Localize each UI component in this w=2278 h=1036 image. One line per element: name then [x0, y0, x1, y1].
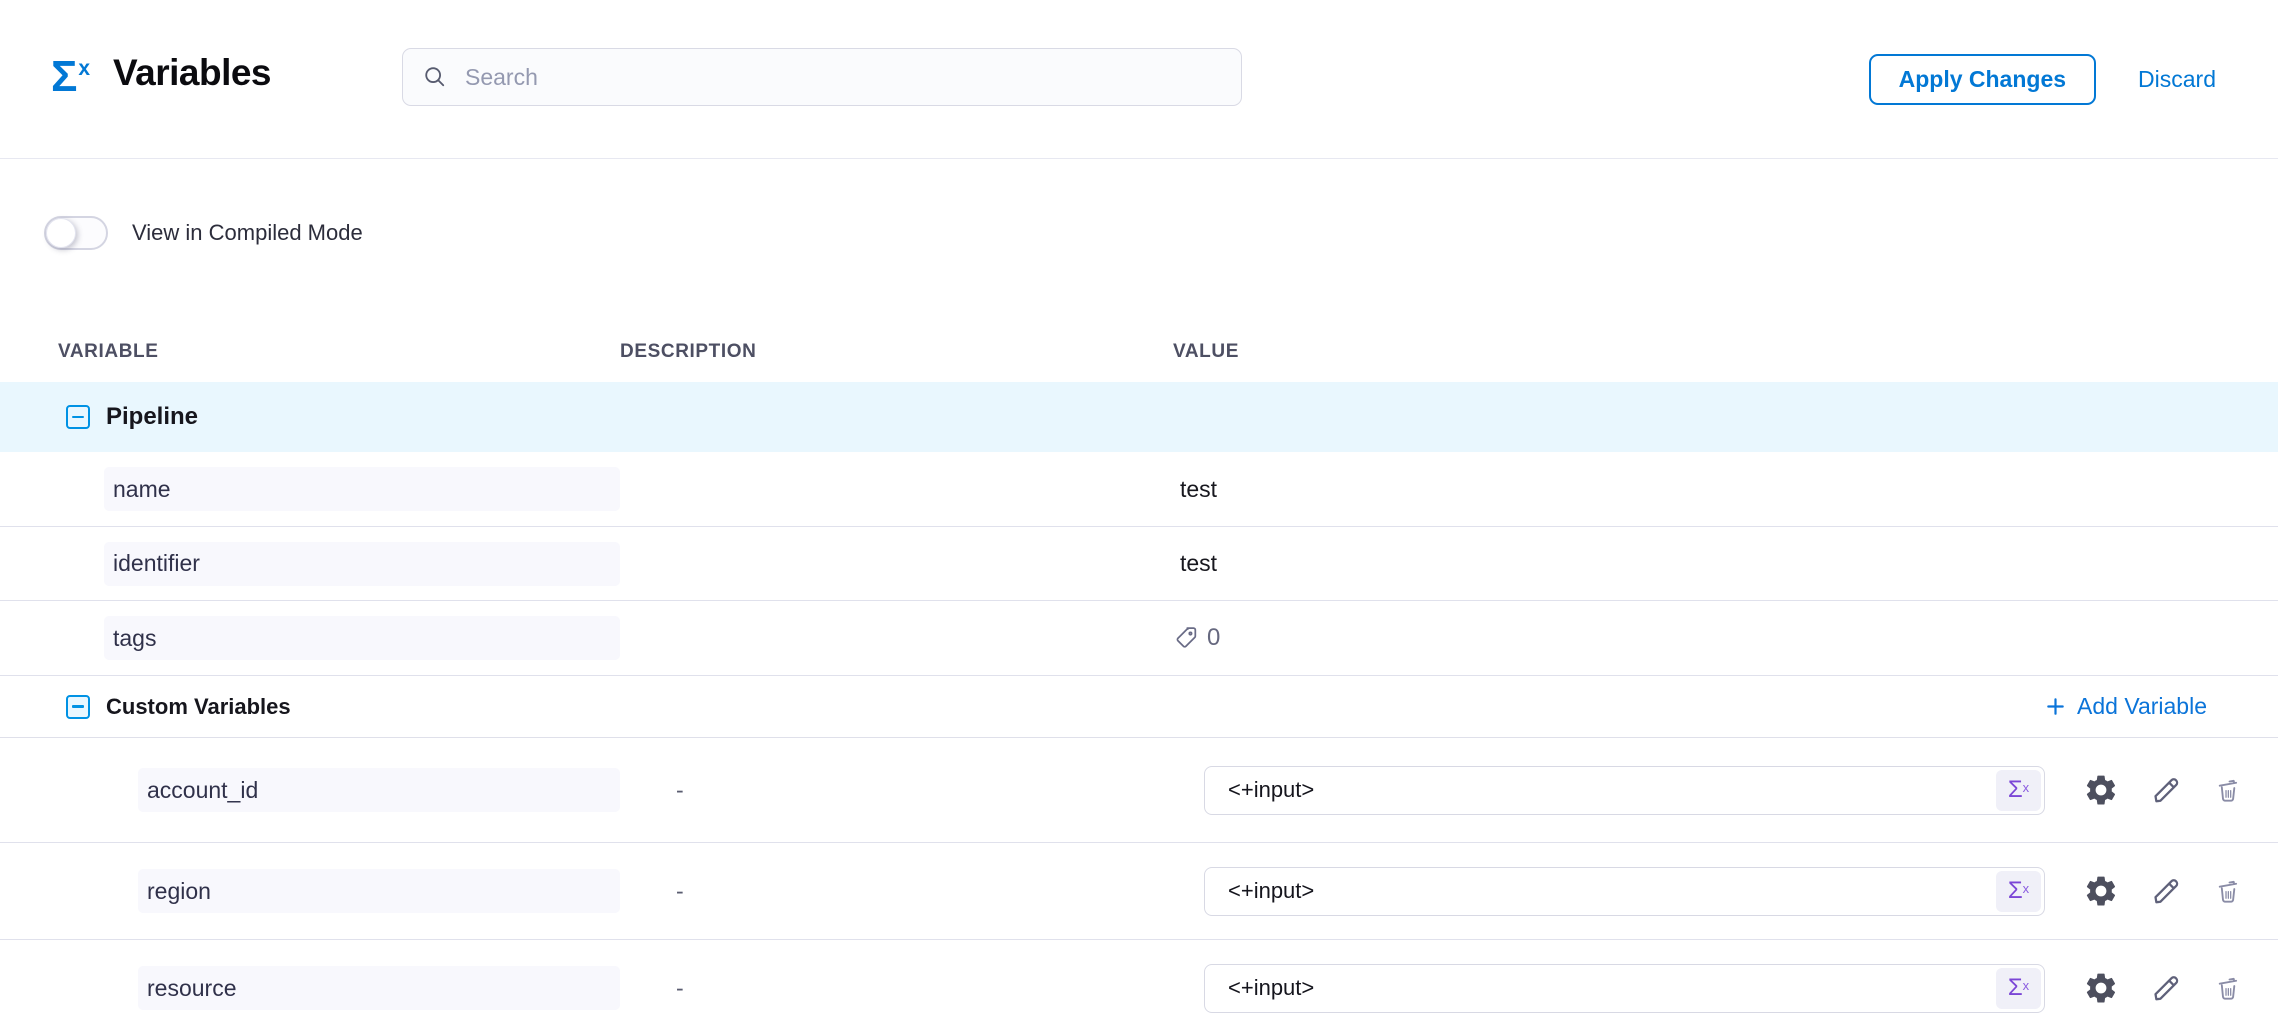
add-variable-label: Add Variable	[2077, 693, 2207, 720]
value-input-text: <+input>	[1228, 777, 1314, 803]
variable-label: resource	[147, 975, 236, 1002]
table-row-account-id: account_id - <+input> Σ x	[0, 738, 2278, 843]
sigma-x-logo-icon: Σ x	[51, 55, 90, 99]
variable-name-field[interactable]: account_id	[138, 768, 620, 812]
edit-button[interactable]	[2149, 874, 2183, 908]
badge-sup-x: x	[2023, 882, 2030, 895]
add-variable-button[interactable]: Add Variable	[2044, 693, 2207, 720]
gear-icon	[2083, 970, 2119, 1006]
variable-label: tags	[113, 625, 156, 652]
search-input[interactable]	[402, 48, 1242, 106]
value-text: test	[1173, 476, 1217, 503]
tags-value: 0	[1173, 624, 1220, 652]
logo-sigma: Σ	[51, 55, 77, 99]
value-input[interactable]: <+input> Σ x	[1204, 964, 2045, 1013]
badge-sup-x: x	[2023, 979, 2030, 992]
badge-sup-x: x	[2023, 781, 2030, 794]
column-header-value: VALUE	[1173, 341, 2240, 363]
value-input[interactable]: <+input> Σ x	[1204, 867, 2045, 916]
apply-changes-button[interactable]: Apply Changes	[1869, 54, 2096, 105]
search-box	[402, 48, 1242, 106]
variable-name-field[interactable]: resource	[138, 966, 620, 1010]
section-header-custom-variables: Custom Variables Add Variable	[0, 676, 2278, 738]
variable-name-field[interactable]: name	[104, 467, 620, 511]
value-input-text: <+input>	[1228, 878, 1314, 904]
gear-icon	[2083, 873, 2119, 909]
search-icon	[422, 64, 448, 90]
collapse-minus-icon[interactable]	[66, 405, 90, 429]
table-row-tags: tags 0	[0, 601, 2278, 676]
tags-icon	[1173, 625, 1199, 651]
settings-button[interactable]	[2083, 873, 2119, 909]
section-title: Custom Variables	[106, 694, 291, 720]
trash-icon	[2214, 776, 2242, 804]
tag-count: 0	[1207, 624, 1220, 652]
description-cell: -	[620, 878, 1173, 905]
table-row-identifier: identifier test	[0, 527, 2278, 601]
delete-button[interactable]	[2214, 877, 2242, 905]
column-header-description: DESCRIPTION	[620, 341, 1173, 363]
plus-icon	[2044, 695, 2067, 718]
value-input[interactable]: <+input> Σ x	[1204, 766, 2045, 815]
value-text: test	[1173, 550, 1217, 577]
description-cell: -	[620, 975, 1173, 1002]
page-title: Variables	[113, 52, 271, 94]
edit-button[interactable]	[2149, 773, 2183, 807]
column-header-variable: VARIABLE	[58, 341, 620, 363]
variables-page: Σ x Variables Apply Changes Discard View…	[0, 0, 2278, 1036]
edit-button[interactable]	[2149, 971, 2183, 1005]
table-row-name: name test	[0, 452, 2278, 527]
variable-name-field[interactable]: region	[138, 869, 620, 913]
section-header-pipeline: Pipeline	[0, 382, 2278, 452]
variable-name-field[interactable]: tags	[104, 616, 620, 660]
variables-table: VARIABLE DESCRIPTION VALUE Pipeline name…	[0, 321, 2278, 1036]
description-cell: -	[620, 777, 1173, 804]
delete-button[interactable]	[2214, 974, 2242, 1002]
pencil-icon	[2149, 874, 2183, 908]
pencil-icon	[2149, 971, 2183, 1005]
variable-name-field[interactable]: identifier	[104, 542, 620, 586]
compiled-mode-toggle[interactable]	[44, 216, 108, 250]
compiled-mode-toggle-row: View in Compiled Mode	[44, 216, 363, 250]
variable-label: region	[147, 878, 211, 905]
badge-sigma: Σ	[2008, 968, 2023, 1008]
header-actions: Apply Changes Discard	[1869, 0, 2216, 159]
badge-sigma: Σ	[2008, 770, 2023, 810]
value-input-text: <+input>	[1228, 975, 1314, 1001]
badge-sigma: Σ	[2008, 871, 2023, 911]
discard-button[interactable]: Discard	[2138, 66, 2216, 93]
top-bar: Σ x Variables Apply Changes Discard	[0, 0, 2278, 159]
gear-icon	[2083, 772, 2119, 808]
pencil-icon	[2149, 773, 2183, 807]
table-header-row: VARIABLE DESCRIPTION VALUE	[0, 321, 2278, 382]
table-row-resource: resource - <+input> Σ x	[0, 940, 2278, 1036]
settings-button[interactable]	[2083, 772, 2119, 808]
compiled-mode-label: View in Compiled Mode	[132, 220, 363, 246]
delete-button[interactable]	[2214, 776, 2242, 804]
trash-icon	[2214, 877, 2242, 905]
variable-label: name	[113, 476, 171, 503]
toggle-knob	[46, 218, 76, 248]
settings-button[interactable]	[2083, 970, 2119, 1006]
collapse-minus-icon[interactable]	[66, 695, 90, 719]
expression-type-button[interactable]: Σ x	[1996, 871, 2041, 912]
table-row-region: region - <+input> Σ x	[0, 843, 2278, 940]
trash-icon	[2214, 974, 2242, 1002]
expression-type-button[interactable]: Σ x	[1996, 770, 2041, 811]
logo-sup-x: x	[78, 57, 90, 81]
variable-label: account_id	[147, 777, 258, 804]
expression-type-button[interactable]: Σ x	[1996, 968, 2041, 1009]
section-title: Pipeline	[106, 403, 198, 431]
variable-label: identifier	[113, 550, 200, 577]
